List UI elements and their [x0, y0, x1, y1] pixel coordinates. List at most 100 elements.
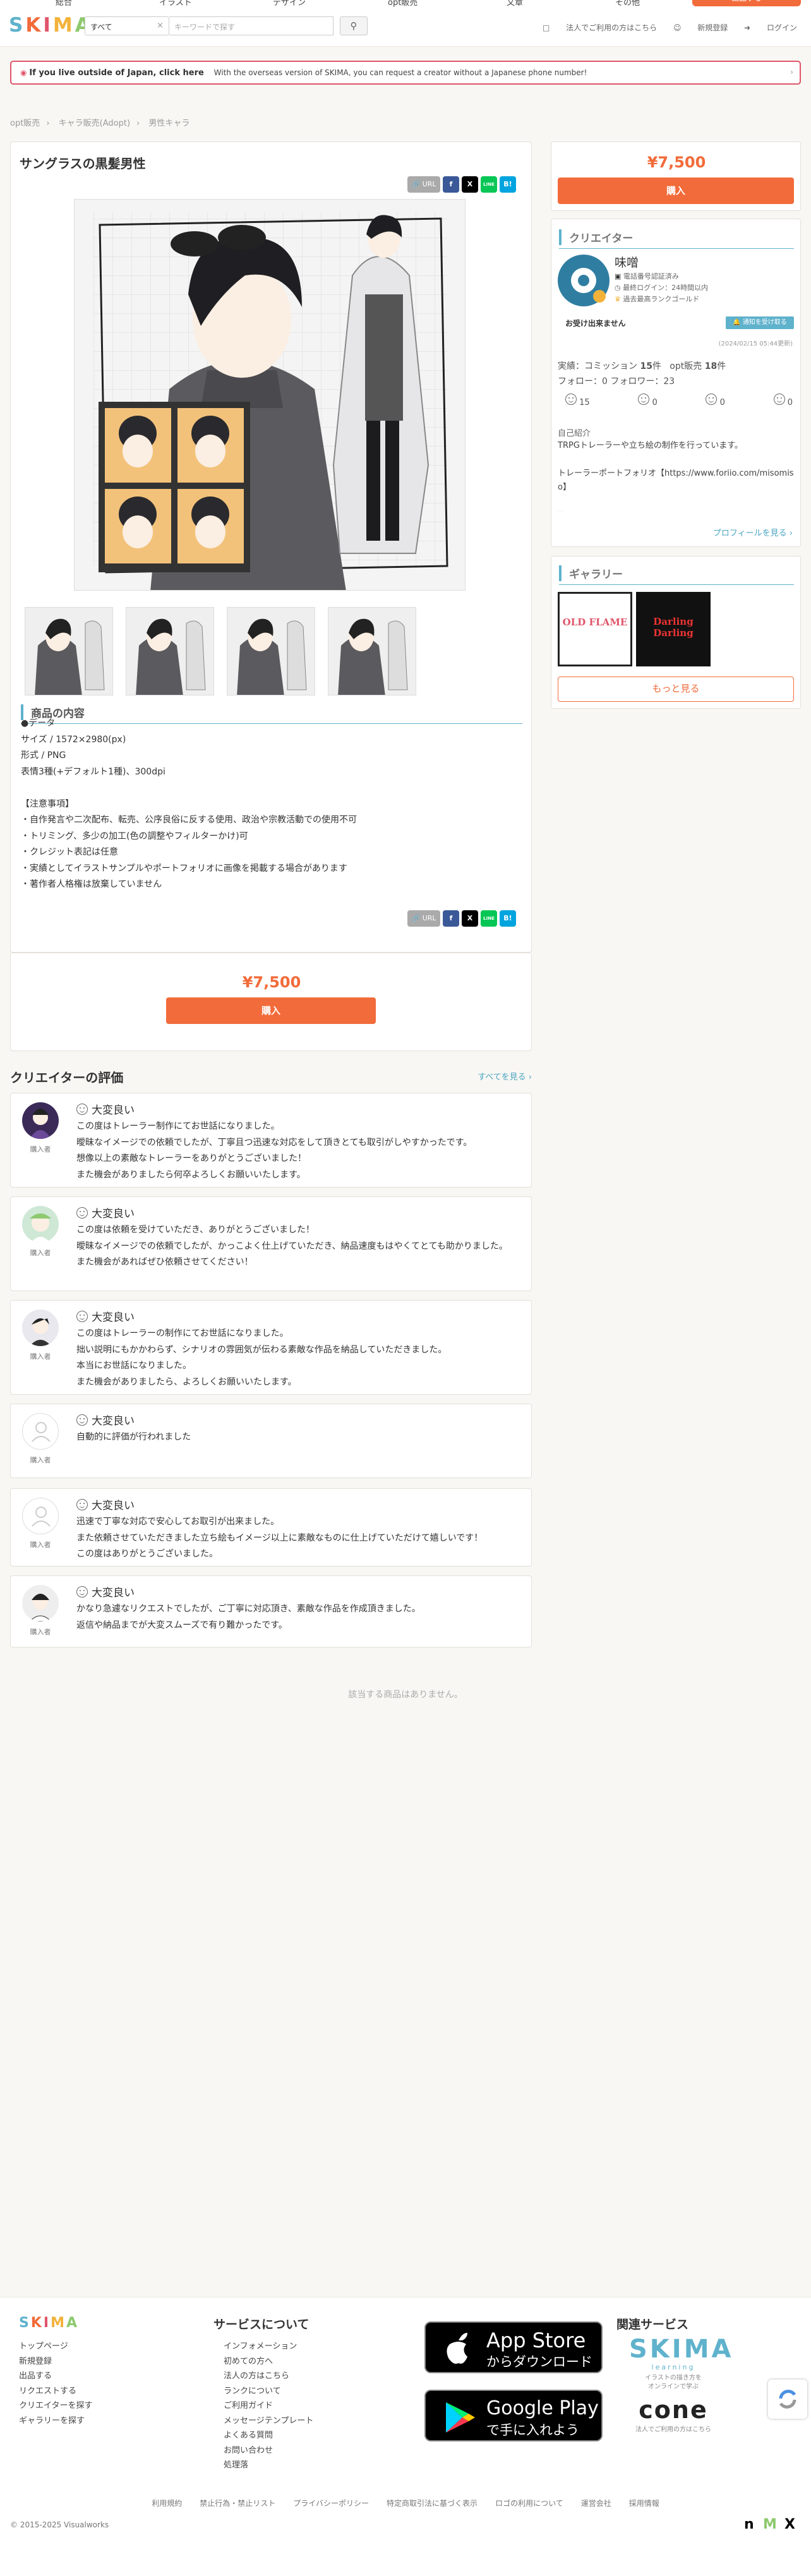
gallery-item[interactable]: OLD FLAME: [558, 592, 632, 666]
overseas-notice[interactable]: ◉ If you live outside of Japan, click he…: [10, 61, 801, 85]
footer-link[interactable]: ギャラリーを探す: [19, 2414, 92, 2429]
thumbnail[interactable]: [25, 607, 113, 695]
breadcrumb-item[interactable]: キャラ販売(Adopt): [59, 119, 130, 128]
recaptcha-badge[interactable]: [768, 2380, 807, 2419]
creator-intro: TRPGトレーラーや立ち絵の制作を行っています。 トレーラーポートフォリオ【ht…: [558, 441, 794, 512]
site-footer: SKIMA トップページ 新規登録 出品する リクエストする クリエイターを探す ギャラリ…: [0, 2297, 811, 2576]
breadcrumb-item[interactable]: 男性キャラ: [148, 119, 189, 128]
facebook-share-button[interactable]: f: [443, 910, 459, 927]
copy-url-button[interactable]: 🔗 URL: [407, 910, 440, 927]
legal-link[interactable]: 採用情報: [629, 2499, 659, 2508]
category-select[interactable]: すべて ×: [85, 16, 169, 35]
legal-link[interactable]: 特定商取引法に基づく表示: [387, 2499, 478, 2508]
creator-avatar[interactable]: [558, 255, 610, 306]
facebook-share-button[interactable]: f: [443, 176, 459, 193]
google-play-badge[interactable]: Google Play で手に入れよう: [424, 2390, 603, 2441]
footer-link[interactable]: インフォメーション: [224, 2339, 313, 2354]
rating-normal: 0: [706, 394, 725, 407]
thumbnail[interactable]: [126, 607, 214, 695]
footer-link[interactable]: ランクについて: [224, 2384, 313, 2399]
reviewer-avatar[interactable]: [22, 1102, 59, 1139]
smile-icon: [76, 1310, 88, 1322]
review-rating: 大変良い: [76, 1101, 135, 1117]
login-link[interactable]: ➜ ログイン: [744, 23, 797, 32]
nav-design[interactable]: デザイン: [273, 0, 306, 8]
gallery-item[interactable]: Darling Darling: [636, 592, 711, 666]
notify-button[interactable]: 🔔 通知を受け取る: [726, 316, 794, 329]
note-icon[interactable]: n: [744, 2517, 754, 2532]
footer-link[interactable]: 新規登録: [19, 2354, 92, 2369]
product-price: ¥7,500: [242, 973, 301, 991]
review-text: この度はトレーラーの制作にてお世話になりました。 拙い説明にもかかわらず、シナリ…: [76, 1328, 447, 1387]
line-share-button[interactable]: LINE: [481, 910, 497, 927]
footer-link[interactable]: 処理落: [224, 2458, 313, 2473]
footer-logo[interactable]: SKIMA: [19, 2315, 79, 2331]
nav-opt[interactable]: opt販売: [388, 0, 418, 8]
review-text: 迅速で丁寧な対応で安心してお取引が出来ました。 また依頼させていただきました立ち…: [76, 1517, 483, 1559]
footer-link[interactable]: クリエイターを探す: [19, 2398, 92, 2414]
skima-learning-link[interactable]: SKIMA learning イラストの描き方を オンラインで学ぶ: [629, 2335, 731, 2392]
see-all-reviews-link[interactable]: すべてを見る ›: [478, 1070, 532, 1082]
reviewer-avatar[interactable]: [22, 1309, 59, 1346]
x-share-button[interactable]: X: [462, 176, 478, 193]
footer-link[interactable]: 初めての方へ: [224, 2354, 313, 2369]
hatena-share-button[interactable]: B!: [500, 176, 516, 193]
profile-link[interactable]: プロフィールを見る ›: [713, 526, 793, 538]
footer-link[interactable]: ご利用ガイド: [224, 2398, 313, 2414]
reviewer-avatar[interactable]: [22, 1413, 59, 1450]
clear-icon[interactable]: ×: [157, 21, 164, 30]
skima-logo[interactable]: SKIMA: [9, 14, 93, 37]
app-store-badge[interactable]: App Store からダウンロード: [424, 2321, 603, 2373]
nav-writing[interactable]: 文章: [507, 0, 523, 8]
x-icon[interactable]: X: [784, 2517, 795, 2532]
register-link[interactable]: ☺ 新規登録: [673, 23, 728, 32]
buy-button[interactable]: 購入: [166, 997, 376, 1024]
footer-link[interactable]: 法人の方はこちら: [224, 2369, 313, 2384]
footer-links-main: トップページ 新規登録 出品する リクエストする クリエイターを探す ギャラリーを探す: [19, 2339, 92, 2428]
reviewer-avatar[interactable]: [22, 1498, 59, 1534]
legal-link[interactable]: 禁止行為・禁止リスト: [200, 2499, 275, 2508]
nav-general[interactable]: 総合: [56, 0, 72, 8]
search-button[interactable]: ⚲: [340, 16, 368, 35]
footer-link[interactable]: トップページ: [19, 2339, 92, 2354]
hatena-share-button[interactable]: B!: [500, 910, 516, 927]
legal-link[interactable]: ロゴの利用について: [495, 2499, 563, 2508]
section-title: クリエイター: [559, 229, 794, 249]
smile-icon: [638, 394, 650, 405]
footer-link[interactable]: 出品する: [19, 2369, 92, 2384]
footer-link[interactable]: リクエストする: [19, 2384, 92, 2399]
legal-link[interactable]: プライバシーポリシー: [293, 2499, 369, 2508]
search-input[interactable]: キーワードで探す: [169, 16, 333, 35]
more-gallery-button[interactable]: もっと見る: [558, 677, 794, 702]
logo-letter: I: [43, 2315, 51, 2331]
clock-icon: ◷: [615, 284, 621, 292]
nav-other[interactable]: その他: [615, 0, 640, 8]
reviewer-avatar[interactable]: [22, 1206, 59, 1243]
cone-link[interactable]: cone 法人でご利用の方はこちら: [623, 2396, 724, 2433]
legal-link[interactable]: 利用規約: [152, 2499, 182, 2508]
chevron-right-icon: ›: [790, 68, 793, 76]
breadcrumb-item[interactable]: opt販売: [10, 119, 40, 128]
creator-name[interactable]: 味噌: [615, 253, 639, 270]
footer-link[interactable]: お問い合わせ: [224, 2443, 313, 2459]
footer-link[interactable]: よくある質問: [224, 2428, 313, 2443]
line-share-button[interactable]: LINE: [481, 176, 497, 193]
legal-link[interactable]: 運営会社: [581, 2499, 611, 2508]
logo-letter: M: [51, 2315, 67, 2331]
copy-url-button[interactable]: 🔗 URL: [407, 176, 440, 193]
thumbnail[interactable]: [328, 607, 416, 695]
reviewer-avatar[interactable]: [22, 1585, 59, 1622]
x-share-button[interactable]: X: [462, 910, 478, 927]
product-main-image[interactable]: [74, 199, 466, 591]
medium-icon[interactable]: M: [763, 2517, 777, 2532]
footer-legal-links: 利用規約 禁止行為・禁止リスト プライバシーポリシー 特定商取引法に基づく表示 ロゴの利…: [0, 2498, 811, 2508]
footer-link[interactable]: メッセージテンプレート: [224, 2414, 313, 2429]
thumbnail[interactable]: [227, 607, 315, 695]
google-play-icon: [446, 2402, 475, 2433]
logo-letter: M: [52, 14, 75, 37]
corporate-link[interactable]: □ 法人でご利用の方はこちら: [543, 23, 657, 32]
nav-illust[interactable]: イラスト: [159, 0, 192, 8]
creator-status: お受け出来ません: [565, 319, 626, 328]
sell-button[interactable]: 出品する: [692, 0, 801, 6]
buy-button[interactable]: 購入: [558, 178, 794, 204]
